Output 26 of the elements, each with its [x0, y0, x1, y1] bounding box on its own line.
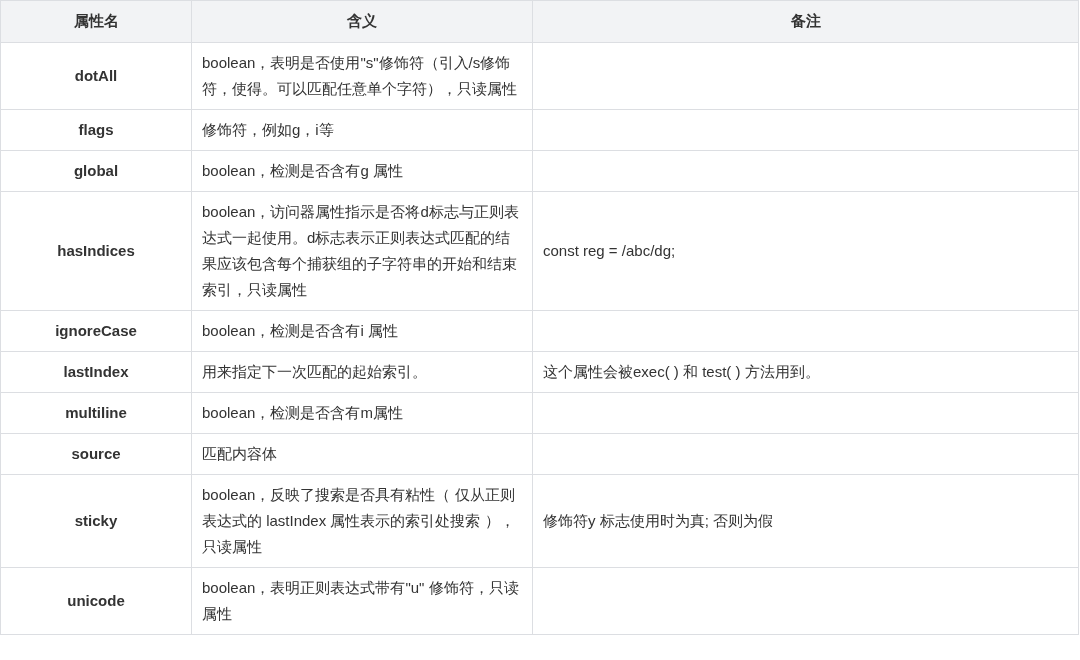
property-name: source: [71, 445, 121, 462]
column-header: 属性名: [73, 12, 119, 29]
meaning-text: boolean，表明是否使用"s"修饰符（引入/s修饰符，使得。可以匹配任意单个字符），只读属性: [202, 54, 517, 97]
meaning-text: boolean，访问器属性指示是否将d标志与正则表达式一起使用。d标志表示正则表达式匹配的结果应该包含每个捕获组的子字符串的开始和结束索引，只读属性: [202, 203, 519, 298]
property-name: lastIndex: [63, 363, 129, 380]
property-name: flags: [78, 121, 114, 138]
column-header: 备注: [790, 12, 821, 29]
note-text: 修饰符y 标志使用时为真; 否则为假: [543, 512, 773, 529]
note-text: const reg = /abc/dg;: [543, 242, 676, 259]
meaning-text: 用来指定下一次匹配的起始索引。: [202, 363, 427, 380]
property-name: multiline: [65, 404, 127, 421]
meaning-text: 匹配内容体: [202, 445, 277, 462]
meaning-text: boolean，检测是否含有m属性: [202, 404, 403, 421]
meaning-text: 修饰符，例如g，i等: [202, 121, 334, 138]
property-name: sticky: [74, 512, 118, 529]
meaning-text: boolean，反映了搜索是否具有粘性（ 仅从正则表达式的 lastIndex 属性表示的索引处搜索 ），只读属性: [202, 486, 515, 555]
property-name: unicode: [67, 592, 125, 609]
meaning-text: boolean，检测是否含有g 属性: [202, 162, 403, 179]
property-name: ignoreCase: [55, 322, 137, 339]
meaning-text: boolean，表明正则表达式带有"u" 修饰符，只读属性: [202, 579, 519, 622]
note-text: 这个属性会被exec( ) 和 test( ) 方法用到。: [543, 363, 820, 380]
property-name: global: [73, 162, 119, 179]
meaning-text: boolean，检测是否含有i 属性: [202, 322, 398, 339]
property-name: dotAll: [74, 67, 118, 84]
property-name: hasIndices: [57, 242, 135, 259]
column-header: 含义: [347, 12, 377, 29]
